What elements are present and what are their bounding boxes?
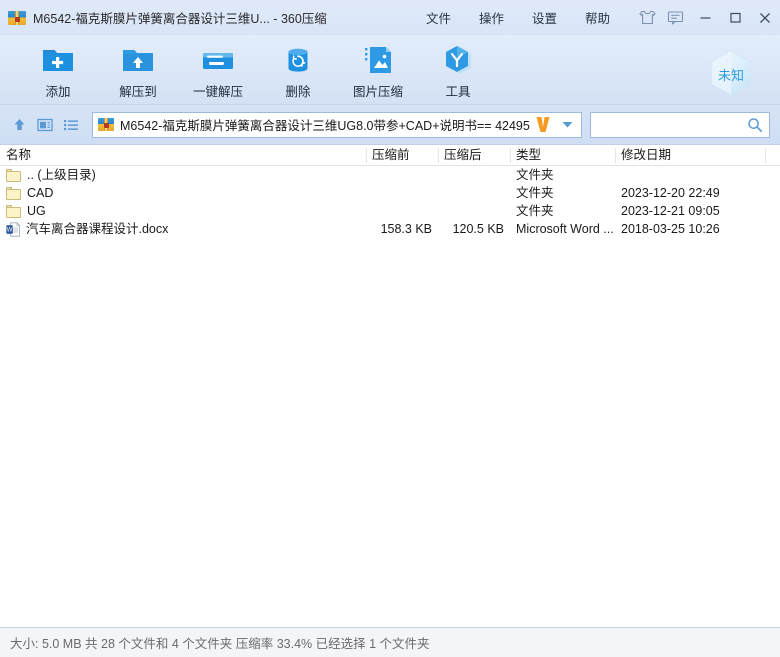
- table-row[interactable]: .. (上级目录) 文件夹: [0, 166, 780, 184]
- toolbar-add-button[interactable]: 添加: [18, 35, 98, 103]
- folder-icon: [6, 186, 21, 200]
- menu-settings[interactable]: 设置: [518, 4, 571, 31]
- title-bar: M6542-福克斯膜片弹簧离合器设计三维U... - 360压缩 文件 操作 设…: [0, 0, 780, 35]
- column-header-filler: [765, 145, 780, 166]
- toolbar-extract-to-label: 解压到: [119, 85, 157, 99]
- image-compress-icon: [358, 41, 398, 79]
- search-input[interactable]: [597, 117, 745, 132]
- skin-icon[interactable]: [634, 5, 660, 31]
- row-name-text: UG: [27, 204, 46, 218]
- folder-extract-icon: [118, 41, 158, 79]
- up-arrow-icon[interactable]: [6, 112, 32, 138]
- column-header-before[interactable]: 压缩前: [366, 145, 438, 166]
- row-date-cell: [615, 166, 765, 184]
- delete-recycle-icon: [278, 41, 318, 79]
- title-bar-left: M6542-福克斯膜片弹簧离合器设计三维U... - 360压缩: [0, 8, 412, 27]
- unknown-status-badge[interactable]: 未知: [704, 47, 758, 101]
- close-button[interactable]: [750, 5, 780, 31]
- menu-help[interactable]: 帮助: [571, 4, 624, 31]
- path-input[interactable]: M6542-福克斯膜片弹簧离合器设计三维UG8.0带参+CAD+说明书== 42…: [92, 111, 582, 138]
- status-bar: 大小: 5.0 MB 共 28 个文件和 4 个文件夹 压缩率 33.4% 已经…: [0, 627, 780, 657]
- folder-icon: [6, 168, 21, 182]
- row-before-cell: [366, 202, 438, 220]
- folder-icon: [6, 204, 21, 218]
- row-date-cell: 2023-12-21 09:05: [621, 204, 720, 218]
- row-name-text: 汽车离合器课程设计.docx: [26, 222, 169, 236]
- title-bar-icons: [624, 5, 690, 31]
- table-row[interactable]: CAD 文件夹 2023-12-20 22:49: [0, 184, 780, 202]
- toolbar-add-label: 添加: [45, 85, 71, 99]
- row-name-cell: .. (上级目录): [0, 166, 366, 184]
- row-name-cell: W 汽车离合器课程设计.docx: [0, 220, 366, 238]
- row-name-text: CAD: [27, 186, 54, 200]
- table-row[interactable]: UG 文件夹 2023-12-21 09:05: [0, 202, 780, 220]
- toolbar-image-compress-label: 图片压缩: [352, 85, 403, 99]
- file-list[interactable]: .. (上级目录) 文件夹 CAD 文件夹 2023-12-20 22:49 U…: [0, 166, 780, 627]
- unknown-badge-label: 未知: [717, 67, 744, 83]
- toolbar-extract-to-button[interactable]: 解压到: [98, 35, 178, 103]
- maximize-button[interactable]: [720, 5, 750, 31]
- minimize-button[interactable]: [690, 5, 720, 31]
- window-title: M6542-福克斯膜片弹簧离合器设计三维U... - 360压缩: [33, 12, 327, 26]
- row-after-cell: [438, 202, 510, 220]
- column-header-type[interactable]: 类型: [510, 145, 615, 166]
- table-row[interactable]: W 汽车离合器课程设计.docx 158.3 KB 120.5 KB Micro…: [0, 220, 780, 238]
- row-type-cell: 文件夹: [516, 204, 554, 218]
- menu-bar: 文件 操作 设置 帮助: [412, 4, 624, 31]
- path-archive-icon: [98, 117, 116, 133]
- column-header-date[interactable]: 修改日期: [615, 145, 765, 166]
- row-date-cell: 2023-12-20 22:49: [621, 186, 720, 200]
- main-toolbar: 添加 解压到 一键解压 删除 图片压缩 工具 未知: [0, 35, 780, 105]
- menu-file[interactable]: 文件: [412, 4, 465, 31]
- status-bar-text: 大小: 5.0 MB 共 28 个文件和 4 个文件夹 压缩率 33.4% 已经…: [10, 637, 430, 651]
- column-header-name[interactable]: 名称: [0, 145, 366, 166]
- column-header-row: 名称 压缩前 压缩后 类型 修改日期: [0, 145, 780, 166]
- toolbar-tools-button[interactable]: 工具: [418, 35, 498, 103]
- svg-text:W: W: [7, 227, 13, 233]
- row-name-text: .. (上级目录): [27, 168, 96, 182]
- row-name-cell: UG: [0, 202, 366, 220]
- column-header-after[interactable]: 压缩后: [438, 145, 510, 166]
- row-type-cell: Microsoft Word ...: [516, 222, 614, 236]
- address-bar: M6542-福克斯膜片弹簧离合器设计三维UG8.0带参+CAD+说明书== 42…: [0, 105, 780, 145]
- toolbar-delete-label: 删除: [285, 85, 311, 99]
- toolbar-tools-label: 工具: [445, 85, 471, 99]
- folder-add-icon: [38, 41, 78, 79]
- chevron-down-icon[interactable]: [553, 113, 581, 137]
- toolbar-one-click-extract-button[interactable]: 一键解压: [178, 35, 258, 103]
- row-date-cell: 2018-03-25 10:26: [621, 222, 720, 236]
- row-after-cell: [438, 166, 510, 184]
- toolbar-delete-button[interactable]: 删除: [258, 35, 338, 103]
- path-text: M6542-福克斯膜片弹簧离合器设计三维UG8.0带参+CAD+说明书== 42…: [120, 119, 530, 133]
- preview-panel-icon[interactable]: [32, 112, 58, 138]
- app-window: M6542-福克斯膜片弹簧离合器设计三维U... - 360压缩 文件 操作 设…: [0, 0, 780, 657]
- row-before-cell: 158.3 KB: [380, 222, 432, 236]
- row-before-cell: [366, 166, 438, 184]
- row-type-cell: 文件夹: [516, 168, 554, 182]
- toolbar-image-compress-button[interactable]: 图片压缩: [338, 35, 418, 103]
- tools-icon: [438, 41, 478, 79]
- row-before-cell: [366, 184, 438, 202]
- list-view-icon[interactable]: [58, 112, 84, 138]
- toolbar-one-click-extract-label: 一键解压: [192, 85, 243, 99]
- row-after-cell: 120.5 KB: [452, 222, 504, 236]
- one-click-extract-icon: [198, 41, 238, 79]
- orange-v-icon: [533, 116, 553, 133]
- search-icon[interactable]: [745, 117, 765, 133]
- archive-app-icon: [8, 9, 26, 27]
- search-box[interactable]: [590, 111, 770, 138]
- menu-action[interactable]: 操作: [465, 4, 518, 31]
- word-icon: W: [6, 221, 21, 237]
- row-name-cell: CAD: [0, 184, 366, 202]
- row-after-cell: [438, 184, 510, 202]
- row-type-cell: 文件夹: [516, 186, 554, 200]
- feedback-icon[interactable]: [662, 5, 688, 31]
